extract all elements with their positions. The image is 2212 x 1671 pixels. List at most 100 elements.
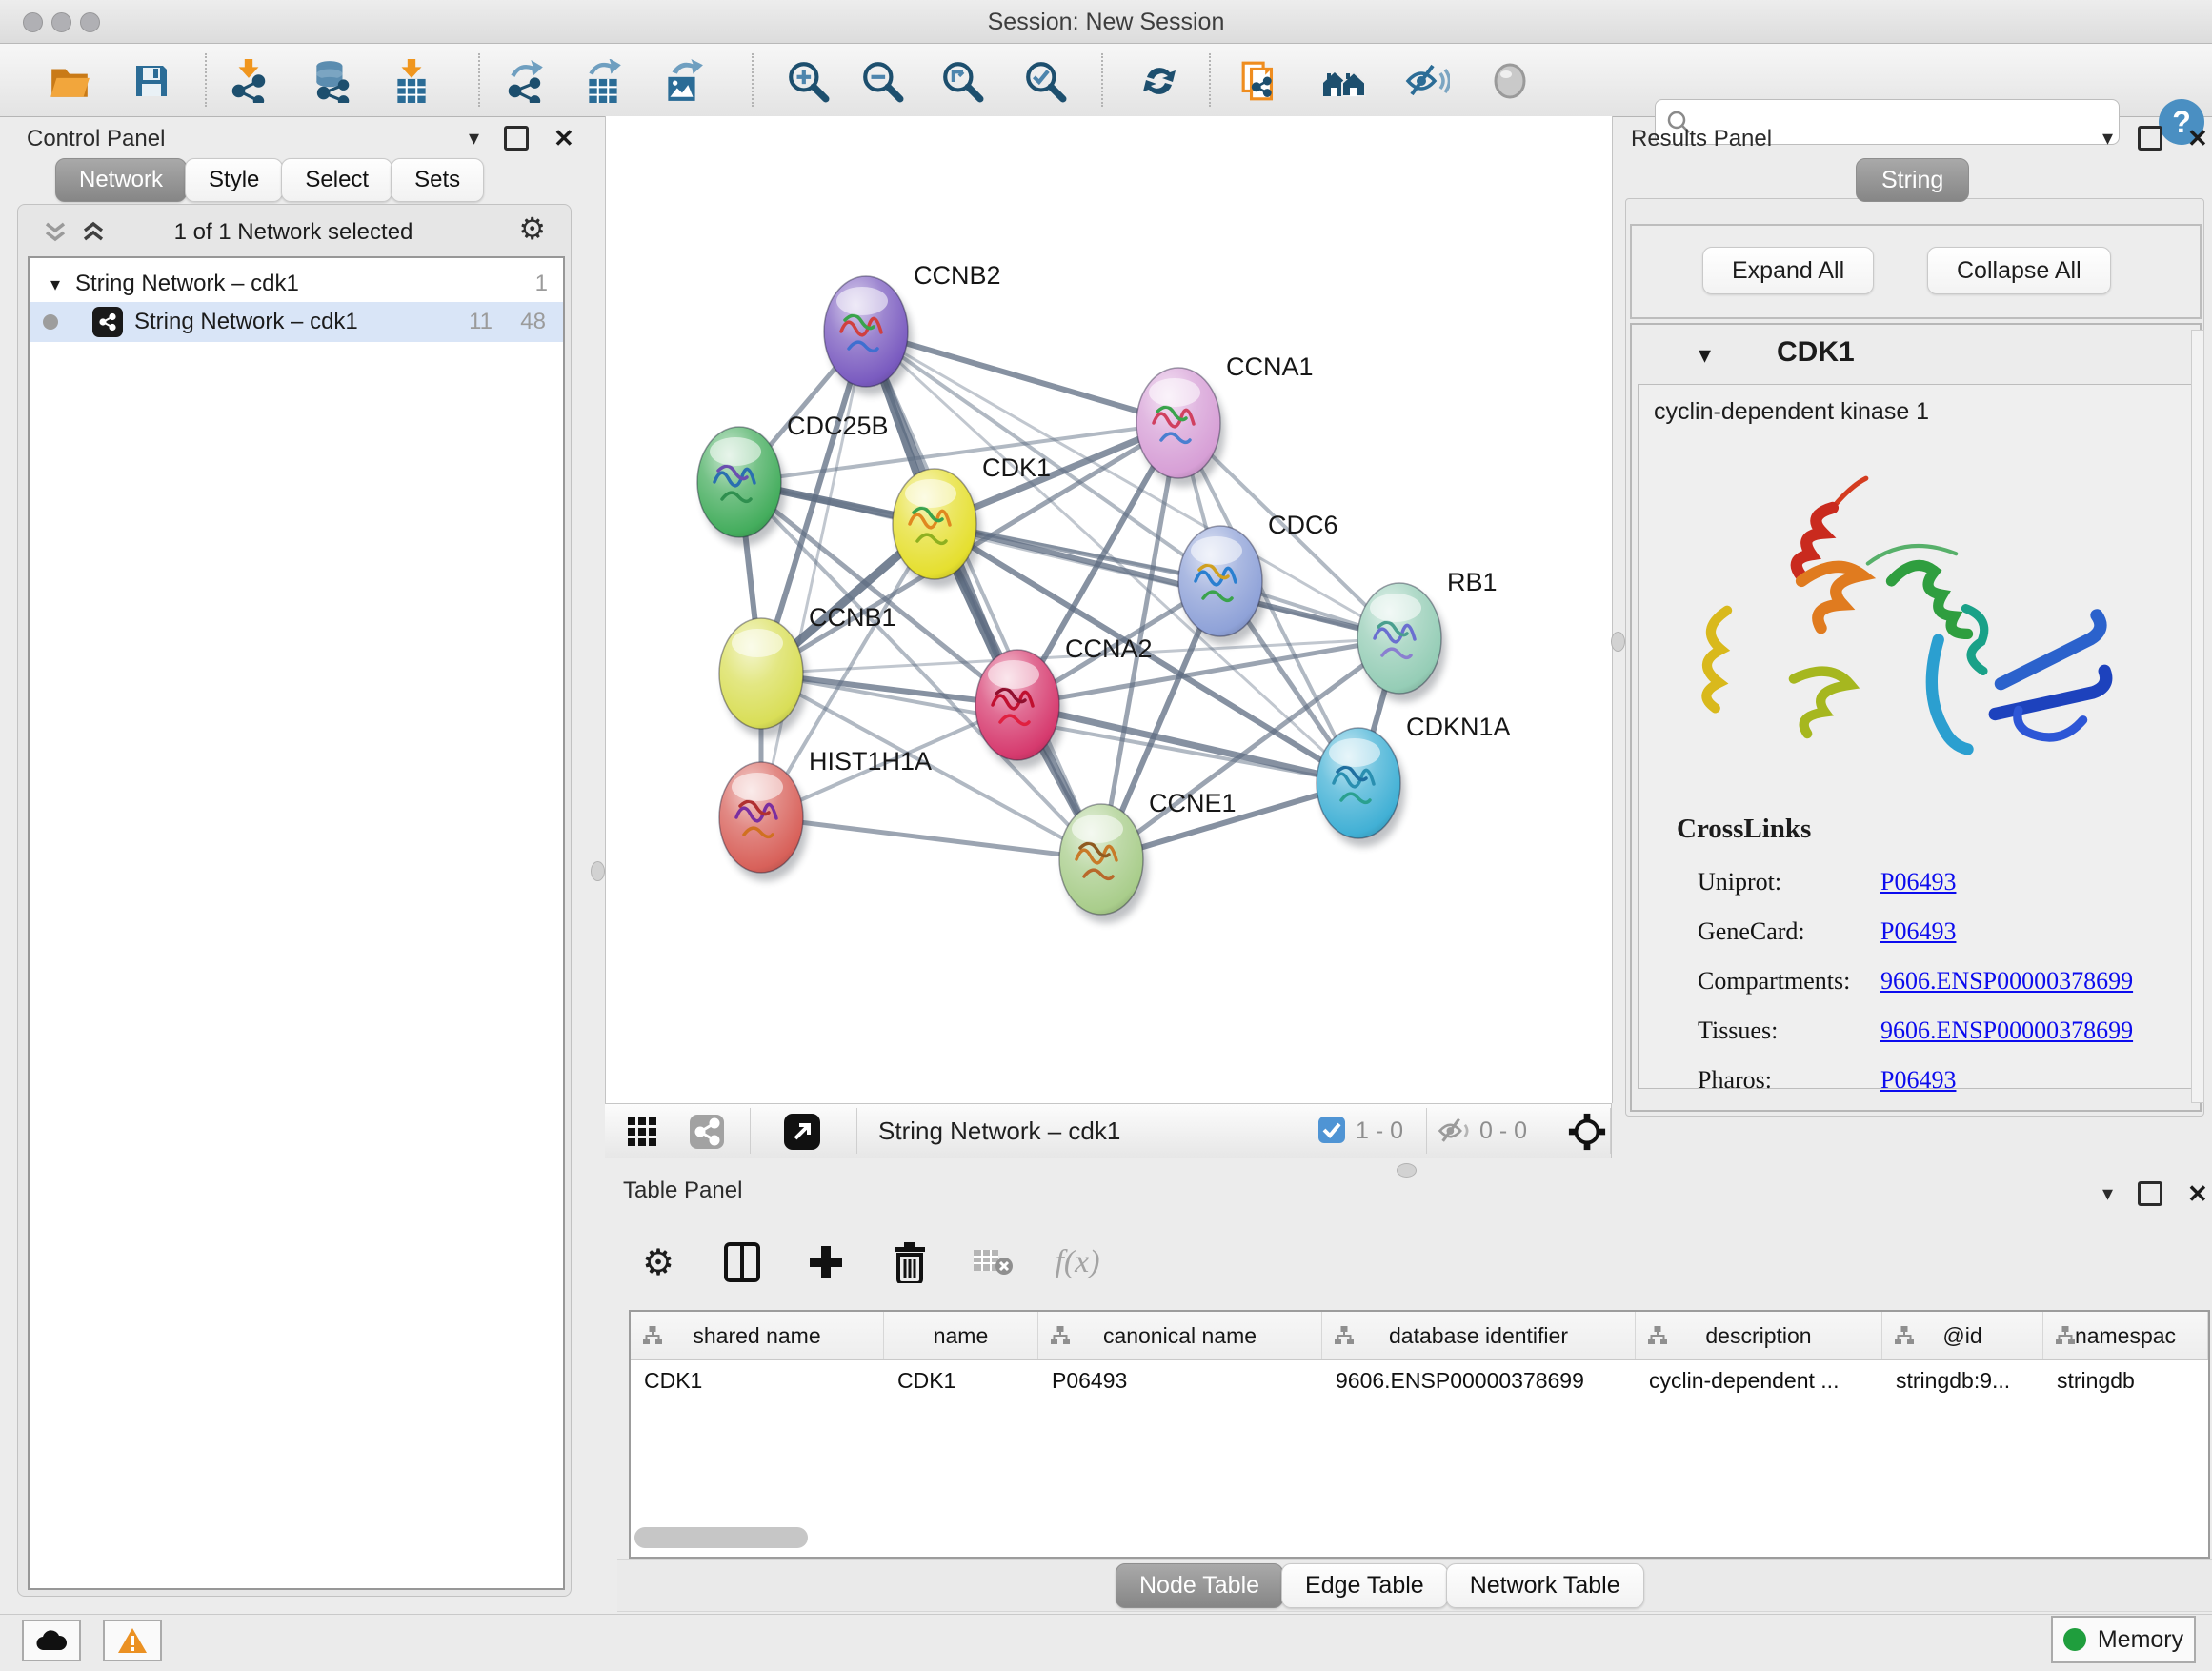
create-column-button[interactable] [800, 1237, 852, 1288]
network-edge-CDK1-RB1[interactable] [935, 524, 1399, 638]
zoom-selected-button[interactable] [1021, 57, 1069, 105]
network-node-CCNE1[interactable]: CCNE1 [1059, 789, 1237, 923]
network-view-canvas[interactable]: CCNB2CCNA1CDC25BCDK1CDC6RB1CCNB1CCNA2CDK… [605, 116, 1613, 1103]
column-header-description[interactable]: description [1636, 1312, 1882, 1359]
tab-node-table[interactable]: Node Table [1116, 1563, 1283, 1608]
panel-close-icon[interactable]: ✕ [553, 129, 574, 148]
network-edge-CCNA2-CDKN1A[interactable] [1017, 705, 1358, 783]
function-builder-button-disabled[interactable]: f(x) [1052, 1237, 1103, 1288]
column-header-@id[interactable]: @id [1882, 1312, 2043, 1359]
toolbar-separator [205, 53, 207, 107]
panel-close-icon[interactable]: ✕ [2187, 129, 2208, 148]
column-header-shared-name[interactable]: shared name [631, 1312, 884, 1359]
tab-sets[interactable]: Sets [391, 158, 484, 202]
table-horizontal-scrollbar[interactable] [634, 1527, 808, 1548]
refresh-button[interactable] [1136, 57, 1183, 105]
share-document-button[interactable] [1237, 57, 1285, 105]
tab-select[interactable]: Select [281, 158, 392, 202]
network-node-CDKN1A[interactable]: CDKN1A [1317, 713, 1511, 847]
column-header-namespac[interactable]: namespac [2043, 1312, 2208, 1359]
show-glass-ball-effect-button[interactable] [1486, 57, 1534, 105]
tab-network[interactable]: Network [55, 158, 187, 202]
network-manager-gear-icon[interactable]: ⚙ [518, 211, 546, 247]
tree-expander-icon[interactable]: ▾ [50, 272, 60, 296]
show-column-button[interactable] [716, 1237, 768, 1288]
crosslink-value-link[interactable]: P06493 [1880, 917, 1956, 946]
delete-column-button[interactable] [884, 1237, 935, 1288]
table-row[interactable]: CDK1CDK1P064939606.ENSP00000378699cyclin… [631, 1359, 2208, 1401]
import-network-button[interactable] [225, 57, 272, 105]
import-table-button[interactable] [388, 57, 435, 105]
crosslink-value-link[interactable]: 9606.ENSP00000378699 [1880, 1017, 2133, 1045]
tab-string[interactable]: String [1856, 158, 1969, 202]
table-cell[interactable]: stringdb:9... [1882, 1359, 2043, 1401]
panel-float-icon[interactable] [504, 126, 529, 151]
warnings-button[interactable] [103, 1620, 162, 1661]
table-cell[interactable]: stringdb [2043, 1359, 2208, 1401]
table-cell[interactable]: CDK1 [631, 1359, 884, 1401]
network-edge-CCNB2-HIST1H1A[interactable] [761, 332, 866, 817]
table-cell[interactable]: cyclin-dependent ... [1636, 1359, 1882, 1401]
network-edge-CCNB2-CCNA1[interactable] [866, 332, 1178, 423]
detach-view-button[interactable] [778, 1108, 826, 1156]
title-bar: Session: New Session [0, 0, 2212, 44]
open-session-button[interactable] [46, 57, 93, 105]
save-session-button[interactable] [128, 57, 175, 105]
bottom-splitter-handle[interactable] [1397, 1163, 1417, 1178]
export-network-icon [503, 59, 547, 103]
column-header-canonical-name[interactable]: canonical name [1038, 1312, 1322, 1359]
results-scrollbar-track[interactable] [2191, 330, 2204, 1103]
network-node-CCNA2[interactable]: CCNA2 [975, 634, 1153, 769]
export-table-button[interactable] [579, 57, 627, 105]
right-splitter-handle[interactable] [1611, 632, 1625, 652]
tab-style[interactable]: Style [185, 158, 283, 202]
zoom-fit-button[interactable] [938, 57, 986, 105]
tab-network-table[interactable]: Network Table [1446, 1563, 1644, 1608]
crosslink-value-link[interactable]: P06493 [1880, 1066, 1956, 1095]
column-header-name[interactable]: name [884, 1312, 1038, 1359]
table-cell[interactable]: 9606.ENSP00000378699 [1322, 1359, 1636, 1401]
panel-float-icon[interactable] [2138, 126, 2162, 151]
network-edge-HIST1H1A-CCNE1[interactable] [761, 817, 1101, 859]
zoom-out-button[interactable] [858, 57, 906, 105]
node-selection-checkbox[interactable] [1317, 1116, 1346, 1144]
tab-edge-table[interactable]: Edge Table [1281, 1563, 1448, 1608]
panel-menu-caret-icon[interactable]: ▾ [469, 129, 479, 148]
import-network-from-database-button[interactable] [308, 57, 355, 105]
collapse-all-button[interactable]: Collapse All [1927, 247, 2111, 294]
network-edge-CCNB2-CCNE1[interactable] [866, 332, 1101, 859]
hidden-elements-button[interactable] [1436, 1112, 1474, 1150]
cloud-status-button[interactable] [22, 1620, 81, 1661]
network-node-CDC6[interactable]: CDC6 [1178, 511, 1338, 645]
network-collection-row[interactable]: ▾ String Network – cdk1 1 [30, 264, 563, 304]
panel-close-icon[interactable]: ✕ [2187, 1184, 2208, 1203]
network-node-RB1[interactable]: RB1 [1357, 568, 1498, 702]
delete-table-button-disabled[interactable] [968, 1237, 1019, 1288]
expand-all-button[interactable]: Expand All [1702, 247, 1874, 294]
panel-float-icon[interactable] [2138, 1181, 2162, 1206]
section-collapse-caret-icon[interactable]: ▾ [1699, 340, 1711, 370]
gene-section-cdk1: ▾ CDK1 cyclin-dependent kinase 1 [1630, 323, 2202, 1112]
crosslink-value-link[interactable]: P06493 [1880, 868, 1956, 896]
home-networks-button[interactable] [1320, 57, 1368, 105]
network-row-selected[interactable]: String Network – cdk1 11 48 [30, 302, 563, 342]
column-header-database-identifier[interactable]: database identifier [1322, 1312, 1636, 1359]
hide-glass-ball-effect-button[interactable] [1403, 57, 1451, 105]
network-node-HIST1H1A[interactable]: HIST1H1A [719, 747, 932, 881]
table-cell[interactable]: CDK1 [884, 1359, 1038, 1401]
grid-view-button[interactable] [618, 1108, 666, 1156]
gene-details: cyclin-dependent kinase 1 [1638, 384, 2192, 1089]
zoom-in-button[interactable] [784, 57, 832, 105]
export-network-button[interactable] [501, 57, 549, 105]
birds-eye-view-button[interactable] [1563, 1108, 1611, 1156]
table-settings-gear-icon[interactable]: ⚙ [633, 1237, 684, 1288]
memory-status-dot-icon [2063, 1628, 2086, 1651]
left-splitter-handle[interactable] [591, 861, 605, 881]
network-view-toggle-button[interactable] [683, 1108, 731, 1156]
export-image-button[interactable] [658, 57, 706, 105]
crosslink-value-link[interactable]: 9606.ENSP00000378699 [1880, 967, 2133, 996]
table-cell[interactable]: P06493 [1038, 1359, 1322, 1401]
panel-menu-caret-icon[interactable]: ▾ [2102, 1184, 2113, 1203]
panel-menu-caret-icon[interactable]: ▾ [2102, 129, 2113, 148]
memory-button[interactable]: Memory [2051, 1616, 2196, 1663]
